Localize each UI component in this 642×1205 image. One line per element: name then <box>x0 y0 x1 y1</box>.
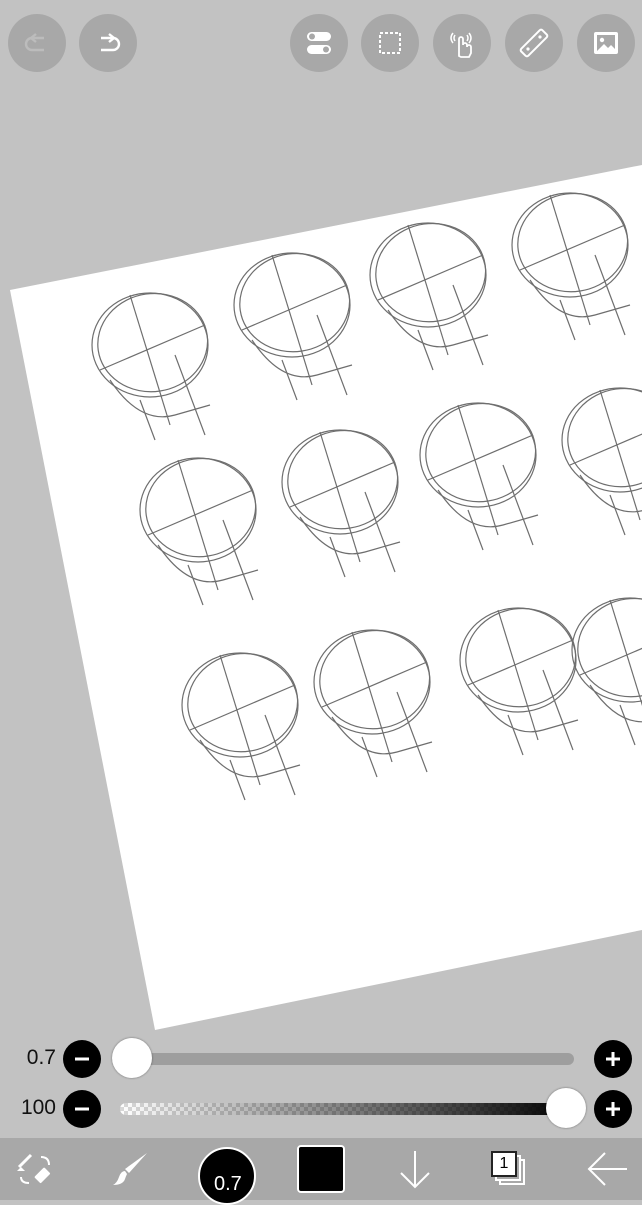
ruler-icon <box>519 28 549 58</box>
undo-icon <box>24 33 44 52</box>
opacity-slider-knob[interactable] <box>546 1088 586 1128</box>
drawing-canvas[interactable] <box>0 0 642 1040</box>
redo-button[interactable] <box>79 14 137 72</box>
brush-size-indicator: 0.7 <box>198 1147 256 1205</box>
ruler-button[interactable] <box>505 14 563 72</box>
brush-size-slider-row: 0.7 <box>0 1036 642 1082</box>
brush-size-slider-knob[interactable] <box>112 1038 152 1078</box>
redo-icon <box>101 33 121 52</box>
image-icon <box>594 32 618 54</box>
arrow-left-icon <box>587 1152 627 1186</box>
toggle-icon <box>307 32 331 54</box>
brush-size-button[interactable]: 0.7 <box>196 1138 258 1205</box>
opacity-value: 100 <box>20 1096 56 1119</box>
layers-button[interactable]: 1 <box>484 1138 534 1200</box>
finger-tap-icon <box>450 32 472 58</box>
opacity-track[interactable] <box>120 1103 574 1115</box>
brush-eraser-swap-icon <box>17 1153 51 1184</box>
brush-size-value: 0.7 <box>26 1046 56 1069</box>
minus-icon <box>75 1057 89 1061</box>
tools-toggle-button[interactable] <box>290 14 348 72</box>
brush-tool-button[interactable] <box>104 1138 158 1200</box>
plus-icon <box>606 1052 620 1066</box>
tool-swap-button[interactable] <box>8 1138 58 1200</box>
layer-count: 1 <box>491 1151 517 1177</box>
opacity-decrease-button[interactable] <box>63 1090 101 1128</box>
paper-sheet <box>10 165 642 1030</box>
brush-size-indicator-label: 0.7 <box>214 1173 242 1195</box>
opacity-increase-button[interactable] <box>594 1090 632 1128</box>
plus-icon <box>606 1102 620 1116</box>
gesture-button[interactable] <box>433 14 491 72</box>
download-button[interactable] <box>390 1138 440 1200</box>
bottom-toolbar: 0.7 1 <box>0 1138 642 1205</box>
layers-icon: 1 <box>487 1147 531 1191</box>
brush-size-decrease-button[interactable] <box>63 1040 101 1078</box>
color-button[interactable] <box>296 1138 346 1200</box>
brush-icon <box>113 1153 147 1185</box>
selection-icon <box>379 32 401 54</box>
image-button[interactable] <box>577 14 635 72</box>
sketch-canvas[interactable] <box>0 0 642 1040</box>
current-color-swatch <box>297 1145 345 1193</box>
brush-size-track[interactable] <box>112 1053 574 1065</box>
arrow-down-icon <box>400 1151 430 1189</box>
undo-button[interactable] <box>8 14 66 72</box>
back-button[interactable] <box>580 1138 634 1200</box>
minus-icon <box>75 1107 89 1111</box>
opacity-slider-row: 100 <box>0 1086 642 1132</box>
brush-size-increase-button[interactable] <box>594 1040 632 1078</box>
selection-button[interactable] <box>361 14 419 72</box>
